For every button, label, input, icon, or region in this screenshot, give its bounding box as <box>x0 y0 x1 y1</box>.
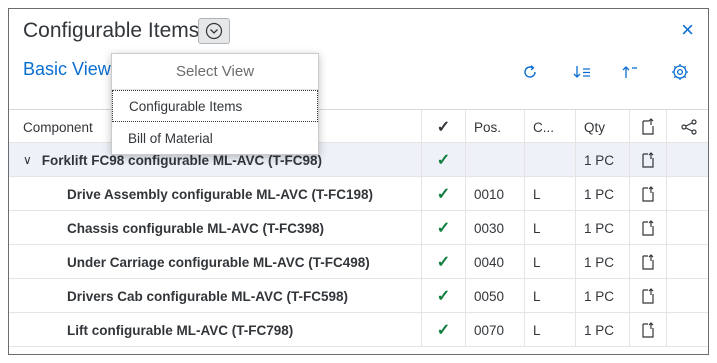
document-upload-icon <box>642 322 654 338</box>
document-upload-icon <box>642 254 654 270</box>
quantity-cell: 1 PC <box>576 211 630 245</box>
position-cell: 0030 <box>466 211 525 245</box>
basic-view-link[interactable]: Basic View <box>23 59 111 80</box>
check-icon: ✓ <box>436 186 451 203</box>
share-icon <box>680 119 697 135</box>
dialog-title: Configurable Items <box>23 19 200 42</box>
sort-ascending-icon[interactable] <box>619 61 641 83</box>
quantity-cell: 1 PC <box>576 177 630 211</box>
check-cell: ✓ <box>422 177 466 211</box>
table-row[interactable]: Under Carriage configurable ML-AVC (T-FC… <box>9 245 708 279</box>
component-cell: Drive Assembly configurable ML-AVC (T-FC… <box>9 177 422 211</box>
dialog-header: Configurable Items × <box>9 9 708 53</box>
quantity-cell: 1 PC <box>576 313 630 347</box>
share-cell <box>667 245 708 279</box>
column-header-position[interactable]: Pos. <box>466 110 525 144</box>
column-header-share[interactable] <box>667 110 708 144</box>
check-cell: ✓ <box>422 143 466 177</box>
column-header-quantity[interactable]: Qty <box>576 110 630 144</box>
document-upload-icon <box>642 118 654 135</box>
position-cell <box>466 143 525 177</box>
share-cell <box>667 279 708 313</box>
popover-title: Select View <box>112 54 318 90</box>
document-cell[interactable] <box>630 245 667 279</box>
table-row[interactable]: Drivers Cab configurable ML-AVC (T-FC598… <box>9 279 708 313</box>
close-icon[interactable]: × <box>681 17 694 43</box>
check-cell: ✓ <box>422 279 466 313</box>
check-icon: ✓ <box>436 119 451 136</box>
category-cell: L <box>525 211 576 245</box>
check-icon: ✓ <box>436 220 451 237</box>
column-header-document[interactable] <box>630 110 667 144</box>
share-cell <box>667 177 708 211</box>
column-header-category[interactable]: C... <box>525 110 576 144</box>
share-cell <box>667 143 708 177</box>
check-icon: ✓ <box>436 322 451 339</box>
quantity-cell: 1 PC <box>576 245 630 279</box>
view-option-bill-of-material[interactable]: Bill of Material <box>112 123 318 155</box>
document-cell[interactable] <box>630 143 667 177</box>
component-cell: Under Carriage configurable ML-AVC (T-FC… <box>9 245 422 279</box>
check-icon: ✓ <box>436 254 451 271</box>
table-row[interactable]: Drive Assembly configurable ML-AVC (T-FC… <box>9 177 708 211</box>
document-cell[interactable] <box>630 211 667 245</box>
check-cell: ✓ <box>422 245 466 279</box>
category-cell <box>525 143 576 177</box>
column-header-check[interactable]: ✓ <box>422 110 466 144</box>
select-view-popover: Select View Configurable Items Bill of M… <box>111 53 319 155</box>
position-cell: 0050 <box>466 279 525 313</box>
sort-descending-icon[interactable] <box>571 61 593 83</box>
document-upload-icon <box>642 186 654 202</box>
document-cell[interactable] <box>630 313 667 347</box>
position-cell: 0040 <box>466 245 525 279</box>
component-cell: Lift configurable ML-AVC (T-FC798) <box>9 313 422 347</box>
settings-icon[interactable] <box>669 61 691 83</box>
quantity-cell: 1 PC <box>576 143 630 177</box>
document-cell[interactable] <box>630 177 667 211</box>
check-cell: ✓ <box>422 313 466 347</box>
share-cell <box>667 313 708 347</box>
check-icon: ✓ <box>436 288 451 305</box>
category-cell: L <box>525 313 576 347</box>
check-cell: ✓ <box>422 211 466 245</box>
chevron-down-icon <box>205 22 223 40</box>
chevron-down-icon[interactable]: ∨ <box>23 153 32 167</box>
dialog: Configurable Items × Basic View Componen… <box>8 8 709 355</box>
category-cell: L <box>525 245 576 279</box>
view-option-configurable-items[interactable]: Configurable Items <box>112 90 318 122</box>
document-upload-icon <box>642 288 654 304</box>
position-cell: 0070 <box>466 313 525 347</box>
component-cell: Chassis configurable ML-AVC (T-FC398) <box>9 211 422 245</box>
component-cell: Drivers Cab configurable ML-AVC (T-FC598… <box>9 279 422 313</box>
view-dropdown-button[interactable] <box>198 18 230 44</box>
table-row[interactable]: Chassis configurable ML-AVC (T-FC398) ✓ 00… <box>9 211 708 245</box>
table-row[interactable]: Lift configurable ML-AVC (T-FC798) ✓ 0070 L… <box>9 313 708 347</box>
quantity-cell: 1 PC <box>576 279 630 313</box>
position-cell: 0010 <box>466 177 525 211</box>
check-icon: ✓ <box>436 152 451 169</box>
document-upload-icon <box>642 152 654 168</box>
share-cell <box>667 211 708 245</box>
document-cell[interactable] <box>630 279 667 313</box>
category-cell: L <box>525 177 576 211</box>
category-cell: L <box>525 279 576 313</box>
refresh-icon[interactable] <box>519 61 541 83</box>
document-upload-icon <box>642 220 654 236</box>
